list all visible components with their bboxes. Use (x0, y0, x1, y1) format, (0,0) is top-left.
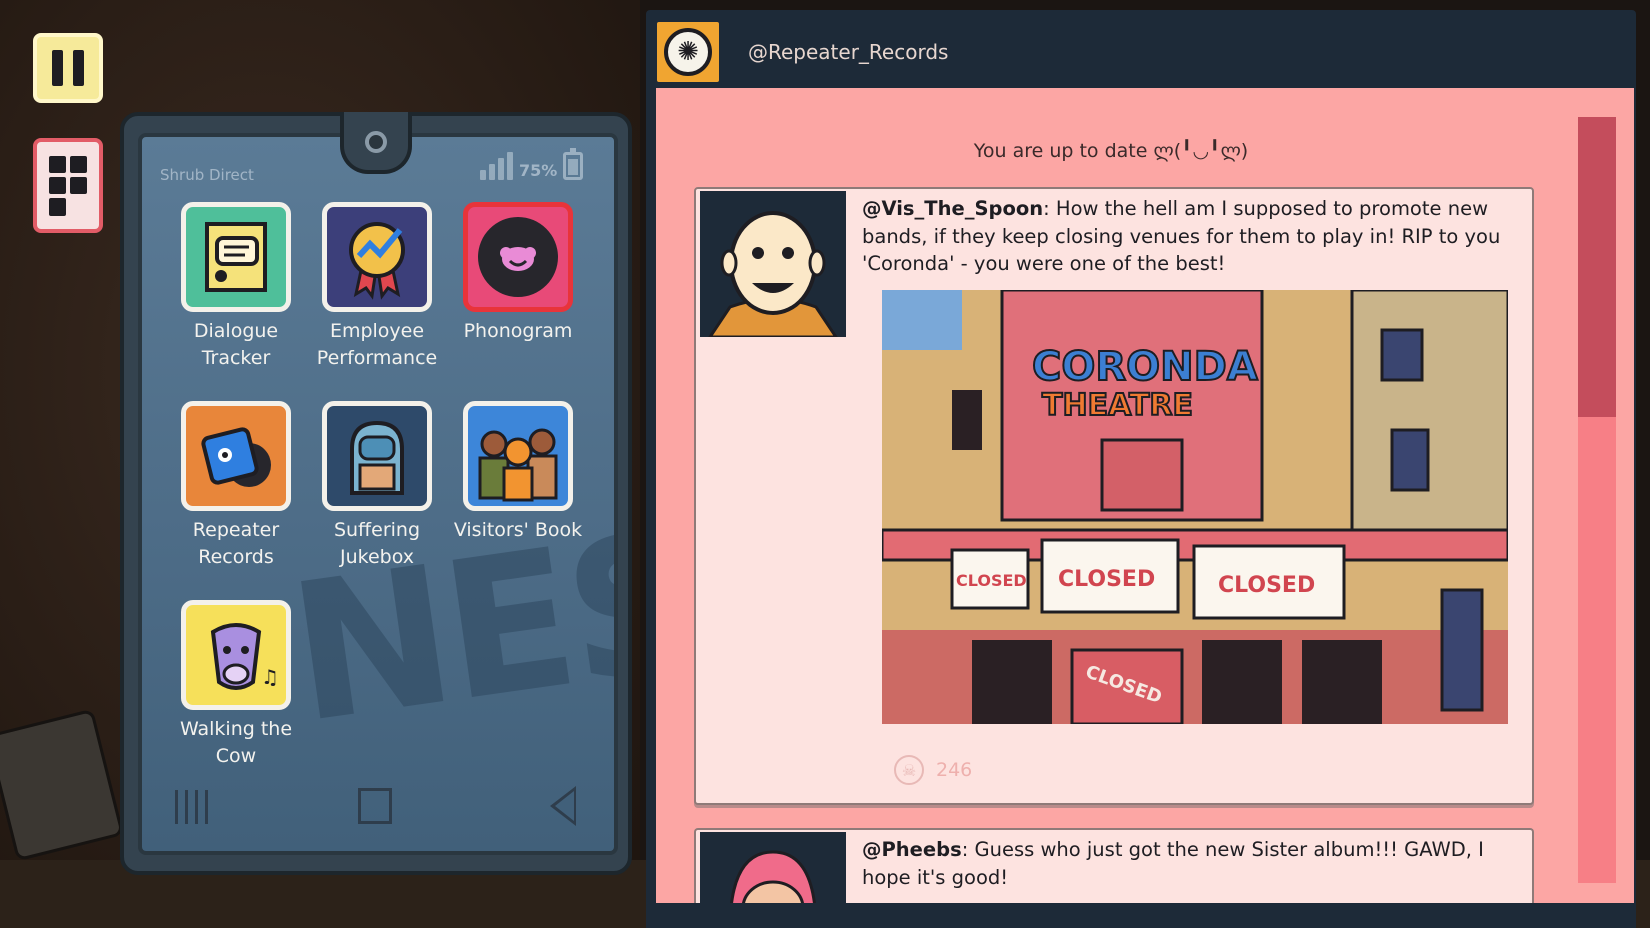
carrier-name: Shrub Direct (160, 166, 254, 184)
home-icon[interactable] (358, 788, 392, 824)
post-image-theatre[interactable]: CORONDA THEATRE CLOSED CLOSED CLOSED CLO… (882, 290, 1508, 724)
pause-button[interactable] (33, 33, 103, 103)
app-visitors-book[interactable]: Visitors' Book (448, 401, 588, 544)
post-user[interactable]: @Vis_The_Spoon (862, 197, 1043, 220)
svg-text:♫: ♫ (261, 665, 279, 689)
repeater-logo-icon: ✺ (657, 22, 719, 82)
app-label: Employee Performance (316, 320, 438, 369)
app-employee-performance[interactable]: Employee Performance (307, 202, 447, 372)
skull-like-icon[interactable]: ☠ (894, 755, 924, 785)
app-label: Repeater Records (192, 519, 280, 568)
status-bar: 75% (480, 148, 584, 180)
closed-banner: CLOSED (1058, 567, 1155, 592)
recent-apps-icon[interactable] (175, 790, 208, 824)
app-dialogue-tracker[interactable]: Dialogue Tracker (166, 202, 306, 372)
battery-icon (563, 148, 584, 180)
app-phonogram[interactable]: Phonogram (448, 202, 588, 345)
phone-nav-bar (140, 782, 616, 832)
phone-menu-button[interactable] (33, 138, 103, 233)
notepad-speech-icon (181, 202, 291, 312)
phone-apps-icon (49, 155, 87, 216)
post-user[interactable]: @Pheebs (862, 838, 962, 861)
sign-line-1: CORONDA (1032, 344, 1258, 390)
user-avatar[interactable] (700, 191, 846, 337)
like-row: ☠ 246 (894, 755, 972, 785)
record-box-icon (181, 401, 291, 511)
signal-icon (480, 150, 513, 180)
award-chart-icon (322, 202, 432, 312)
app-label: Walking the Cow (179, 718, 293, 767)
panel-bottom-edge (646, 903, 1636, 928)
closed-banner: CLOSED (1218, 573, 1315, 598)
back-icon[interactable] (550, 786, 576, 826)
cow-music-icon: ♫ (181, 600, 291, 710)
app-suffering-jukebox[interactable]: Suffering Jukebox (307, 401, 447, 571)
post-text: @Pheebs: Guess who just got the new Sist… (862, 838, 1484, 889)
account-handle: @Repeater_Records (748, 40, 949, 64)
camera-icon (365, 131, 387, 153)
closed-banner: CLOSED (956, 571, 1027, 590)
scrollbar-thumb[interactable] (1578, 117, 1616, 417)
like-count: 246 (936, 759, 973, 781)
app-walking-the-cow[interactable]: ♫ Walking the Cow (166, 600, 306, 770)
app-repeater-records[interactable]: Repeater Records (166, 401, 306, 571)
post-text: @Vis_The_Spoon: How the hell am I suppos… (862, 197, 1501, 275)
app-label: Dialogue Tracker (193, 320, 279, 369)
pause-icon (52, 50, 63, 86)
phonogram-face-icon (463, 202, 573, 312)
feed-status: You are up to date ლ(╹◡╹ლ) (973, 140, 1249, 162)
app-label: Phonogram (463, 320, 573, 342)
sign-line-2: THEATRE (1042, 388, 1193, 423)
app-label: Suffering Jukebox (333, 519, 421, 568)
jukebox-icon (322, 401, 432, 511)
visitors-group-icon (463, 401, 573, 511)
battery-percent: 75% (519, 161, 558, 180)
app-label: Visitors' Book (453, 519, 583, 541)
